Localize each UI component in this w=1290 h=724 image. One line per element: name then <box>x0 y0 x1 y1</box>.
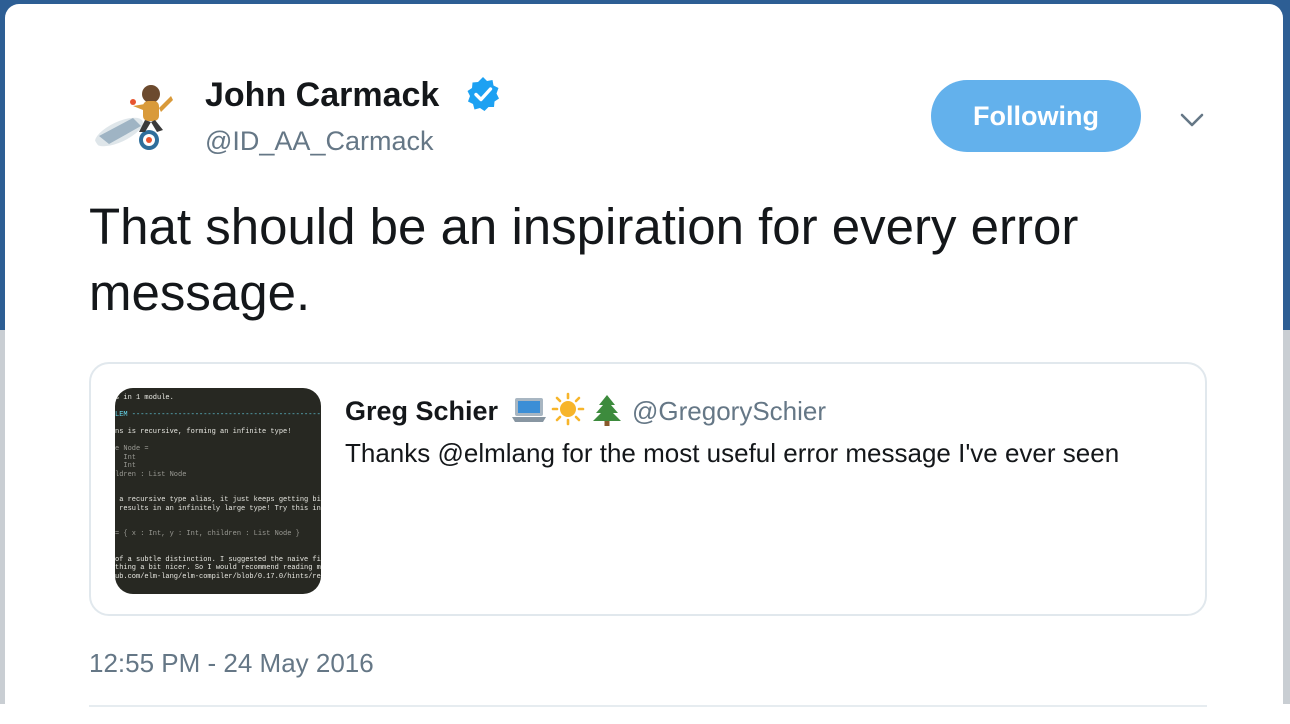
tweet-timestamp[interactable]: 12:55 PM - 24 May 2016 <box>89 648 374 679</box>
terminal-screenshot[interactable]: s in 1 module. LEM ---------------------… <box>115 388 321 594</box>
author-name[interactable]: John Carmack <box>205 76 439 115</box>
tweet-text: That should be an inspiration for every … <box>89 198 1079 321</box>
verified-badge-icon <box>467 77 499 111</box>
sun-icon <box>551 392 585 426</box>
terminal-screenshot-content: s in 1 module. LEM ---------------------… <box>115 394 321 581</box>
tree-icon <box>593 395 621 426</box>
avatar[interactable] <box>89 72 181 164</box>
tweet-card: John Carmack @ID_AA_Carmack Following Th… <box>5 4 1283 724</box>
quoted-tweet[interactable]: s in 1 module. LEM ---------------------… <box>89 362 1207 616</box>
name-emoji-icons <box>512 392 621 426</box>
quoted-tweet-text: Thanks @elmlang for the most useful erro… <box>345 438 1120 468</box>
author-handle[interactable]: @ID_AA_Carmack <box>205 126 433 157</box>
following-button[interactable]: Following <box>931 80 1141 152</box>
divider <box>89 705 1207 707</box>
quoted-author-handle[interactable]: @GregorySchier <box>632 396 826 427</box>
astronaut-rocket-avatar <box>89 72 181 164</box>
chevron-down-icon[interactable] <box>1177 108 1207 132</box>
laptop-icon <box>512 398 546 422</box>
quoted-author-name[interactable]: Greg Schier <box>345 396 498 427</box>
